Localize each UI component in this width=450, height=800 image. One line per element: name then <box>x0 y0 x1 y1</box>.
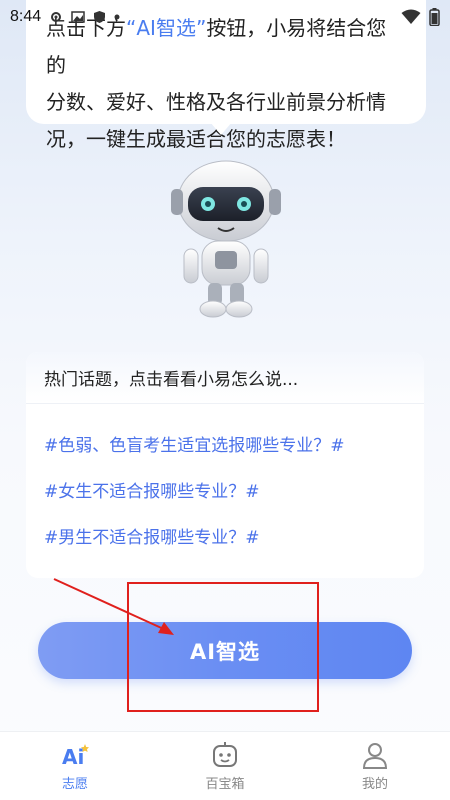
nav-label-volunteer: 志愿 <box>61 776 88 792</box>
robot-mascot-icon <box>171 160 281 318</box>
nav-item-toolbox[interactable]: 百宝箱 <box>150 732 300 800</box>
nav-label-toolbox: 百宝箱 <box>205 776 245 792</box>
status-right <box>401 8 440 26</box>
shield-icon <box>94 11 106 23</box>
person-icon <box>360 741 390 769</box>
battery-icon <box>429 8 440 26</box>
svg-text:Ai: Ai <box>62 745 84 768</box>
topic-item-male[interactable]: #男生不适合报哪些专业？# <box>26 512 424 558</box>
topic-item-color-blind[interactable]: #色弱、色盲考生适宜选报哪些专业？# <box>26 420 424 466</box>
status-time: 8:44 <box>10 8 42 25</box>
nav-item-volunteer[interactable]: Ai 志愿 <box>0 732 150 800</box>
status-left: 8:44 <box>10 8 120 26</box>
bottom-nav: Ai 志愿 百宝箱 我的 <box>0 731 450 800</box>
topic-item-female[interactable]: #女生不适合报哪些专业？# <box>26 466 424 512</box>
nav-item-mine[interactable]: 我的 <box>300 732 450 800</box>
dot-icon <box>114 14 120 20</box>
bubble-tail <box>210 122 232 135</box>
nav-label-mine: 我的 <box>361 776 388 792</box>
photo-icon <box>71 11 85 23</box>
ai-icon: Ai <box>60 741 90 769</box>
robot-face-icon <box>210 741 240 769</box>
wifi-icon <box>401 9 421 24</box>
hot-topics-heading: 热门话题，点击看看小易怎么说... <box>26 352 424 404</box>
hot-topics-list: #色弱、色盲考生适宜选报哪些专业？# #女生不适合报哪些专业？# #男生不适合报… <box>26 404 424 558</box>
bubble-line-2: 分数、爱好、性格及各行业前景分析情 <box>46 90 386 114</box>
ai-select-button[interactable]: AI智选 <box>38 622 412 679</box>
hot-topics-card: 热门话题，点击看看小易怎么说... #色弱、色盲考生适宜选报哪些专业？# #女生… <box>26 352 424 578</box>
gear-icon <box>51 12 62 22</box>
status-bar: 8:44 <box>0 0 450 34</box>
